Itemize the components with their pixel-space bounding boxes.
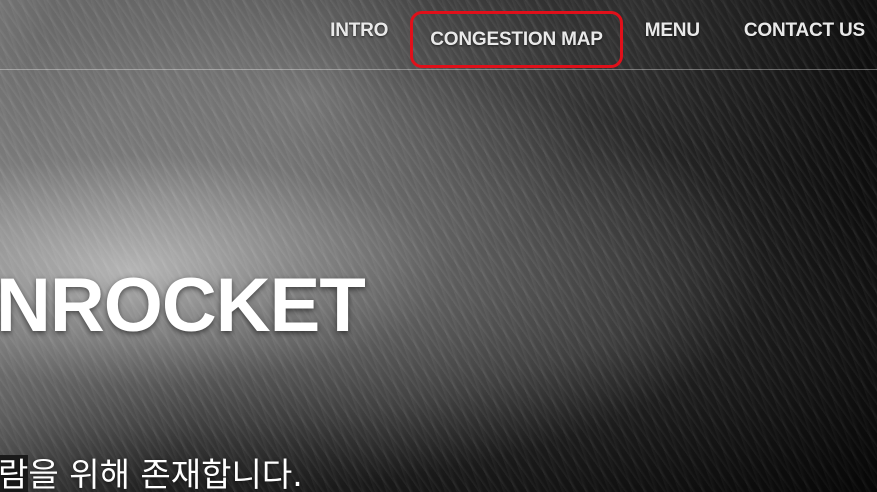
vignette-overlay	[0, 0, 877, 492]
nav-item-congestion-map[interactable]: CONGESTION MAP	[410, 11, 623, 68]
nav-item-contact-us[interactable]: CONTACT US	[722, 20, 865, 68]
top-navigation: INTRO CONGESTION MAP MENU CONTACT US	[0, 0, 877, 70]
nav-item-menu[interactable]: MENU	[623, 20, 722, 68]
hero-title: NROCKET	[0, 263, 366, 348]
nav-item-intro[interactable]: INTRO	[308, 20, 410, 68]
tagline-selected-text: 람	[0, 455, 29, 492]
nav-list: INTRO CONGESTION MAP MENU CONTACT US	[308, 11, 865, 68]
hero-tagline: 람을 위해 존재합니다.	[0, 448, 303, 492]
tagline-text: 을 위해 존재합니다.	[28, 455, 303, 492]
